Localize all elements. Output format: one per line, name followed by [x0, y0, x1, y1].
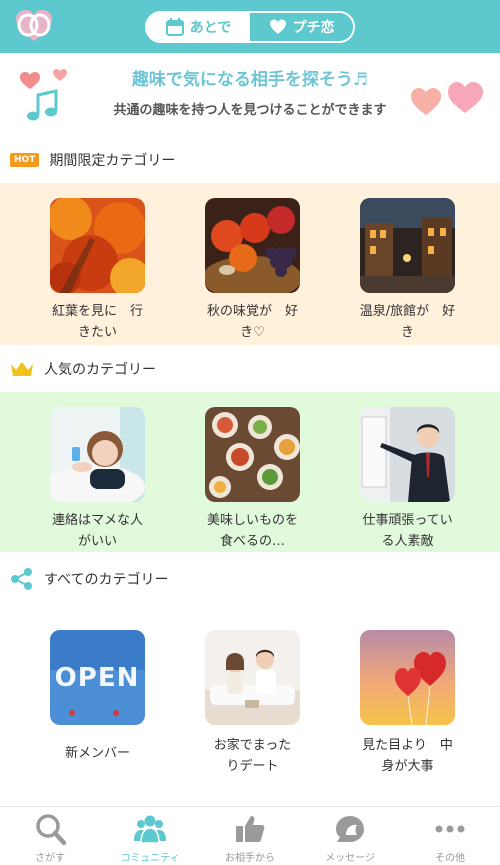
category-caption-line1: お家でまった: [213, 738, 292, 753]
hot-badge: HOT: [10, 153, 40, 167]
category-caption-line1: 秋の味覚が 好: [206, 304, 298, 319]
tab-community-label: コミュニティ: [120, 853, 180, 864]
segment-puchikoi[interactable]: プチ恋: [250, 13, 353, 41]
heart-icon: [269, 19, 286, 34]
category-caption-line2: き♡: [240, 325, 265, 340]
category-hard-worker[interactable]: 仕事頑張ってい る人素敵: [330, 392, 485, 552]
category-autumn-leaves[interactable]: 紅葉を見に 行 きたい: [20, 183, 175, 345]
section-popular-header: 人気のカテゴリー: [0, 346, 500, 392]
category-caption-line2: がいい: [77, 534, 117, 549]
segment-later[interactable]: あとで: [147, 13, 250, 41]
search-icon: [36, 814, 67, 845]
music-heart-decoration-icon: [20, 69, 67, 121]
tab-search[interactable]: さがす: [0, 807, 100, 865]
section-all-header: すべてのカテゴリー: [0, 556, 500, 602]
category-new-members[interactable]: OPEN 新メンバー: [20, 615, 175, 795]
category-inner-beauty[interactable]: 見た目より 中 身が大事: [330, 615, 485, 795]
segment-later-label: あとで: [189, 20, 232, 36]
banner-title: 趣味で気になる相手を探そう♬: [131, 70, 369, 90]
section-all-grid: OPEN 新メンバー お家でまった りデート 見た目より 中 身が大事: [0, 615, 500, 795]
tab-other[interactable]: その他: [400, 807, 500, 865]
share-icon: [11, 568, 32, 590]
category-caption-line2: 身が大事: [381, 759, 434, 774]
hearts-decoration-icon: [411, 82, 483, 115]
tab-community[interactable]: コミュニティ: [100, 807, 200, 865]
woman-phone-image: [50, 407, 145, 502]
category-caption-line2: き: [400, 325, 414, 340]
category-caption-line1: 温泉/旅館が 好: [359, 304, 456, 319]
section-limited-title: 期間限定カテゴリー: [49, 153, 176, 169]
section-popular-title: 人気のカテゴリー: [44, 362, 156, 378]
category-caption-line1: 仕事頑張ってい: [362, 513, 453, 528]
autumn-leaves-image: [50, 198, 145, 293]
tab-from-partner-label: お相手から: [225, 853, 275, 864]
calendar-icon: [165, 18, 184, 36]
category-caption-line2: りデート: [226, 759, 279, 774]
tab-messages[interactable]: メッセージ: [300, 807, 400, 865]
more-icon: [435, 825, 465, 833]
category-caption-line1: 美味しいものを: [206, 513, 298, 528]
category-hot-spring[interactable]: 温泉/旅館が 好 き: [330, 183, 485, 345]
mode-segmented-control: あとで プチ恋: [145, 11, 355, 43]
section-limited-header: HOT 期間限定カテゴリー: [0, 137, 500, 183]
category-caption-line1: 見た目より 中: [362, 738, 453, 753]
food-table-image: [205, 407, 300, 502]
category-caption-line1: 新メンバー: [64, 746, 130, 761]
balloons-sunset-image: [360, 630, 455, 725]
crown-icon: [11, 362, 33, 376]
bottom-tab-bar: さがす コミュニティ お相手から メッセージ その他: [0, 806, 500, 865]
home-couple-image: [205, 630, 300, 725]
category-delicious-food[interactable]: 美味しいものを 食べるの…: [175, 392, 330, 552]
category-autumn-food[interactable]: 秋の味覚が 好 き♡: [175, 183, 330, 345]
category-frequent-contact[interactable]: 連絡はマメな人 がいい: [20, 392, 175, 552]
category-caption-line2: 食べるの…: [219, 534, 285, 549]
category-caption-line2: きたい: [77, 325, 117, 340]
businessman-image: [360, 407, 455, 502]
app-header: あとで プチ恋: [0, 0, 500, 53]
community-icon: [134, 815, 166, 844]
message-icon: [336, 816, 364, 842]
category-home-date[interactable]: お家でまった りデート: [175, 615, 330, 795]
app-logo-icon: [16, 10, 52, 41]
open-sky-image: OPEN: [50, 630, 145, 725]
category-caption-line2: る人素敵: [381, 534, 434, 549]
tab-from-partner[interactable]: お相手から: [200, 807, 300, 865]
tab-other-label: その他: [435, 853, 465, 864]
category-caption-line1: 紅葉を見に 行: [51, 304, 143, 319]
open-cloud-text: OPEN: [55, 663, 140, 693]
segment-puchikoi-label: プチ恋: [292, 20, 335, 36]
tab-messages-label: メッセージ: [325, 853, 375, 864]
section-popular-grid: 連絡はマメな人 がいい 美味しいものを 食べるの… 仕事頑張ってい る人素敵: [0, 392, 500, 552]
section-limited-grid: 紅葉を見に 行 きたい 秋の味覚が 好 き♡ 温泉/旅館が 好 き: [0, 183, 500, 345]
thumbs-up-icon: [236, 816, 265, 842]
section-all-title: すべてのカテゴリー: [44, 572, 169, 588]
tab-search-label: さがす: [35, 853, 65, 864]
autumn-food-image: [205, 198, 300, 293]
hobby-banner[interactable]: 趣味で気になる相手を探そう♬ 共通の趣味を持つ人を見つけることができます: [0, 53, 500, 137]
banner-subtitle: 共通の趣味を持つ人を見つけることができます: [113, 103, 387, 118]
hot-spring-image: [360, 198, 455, 293]
category-caption-line1: 連絡はマメな人: [51, 513, 143, 528]
